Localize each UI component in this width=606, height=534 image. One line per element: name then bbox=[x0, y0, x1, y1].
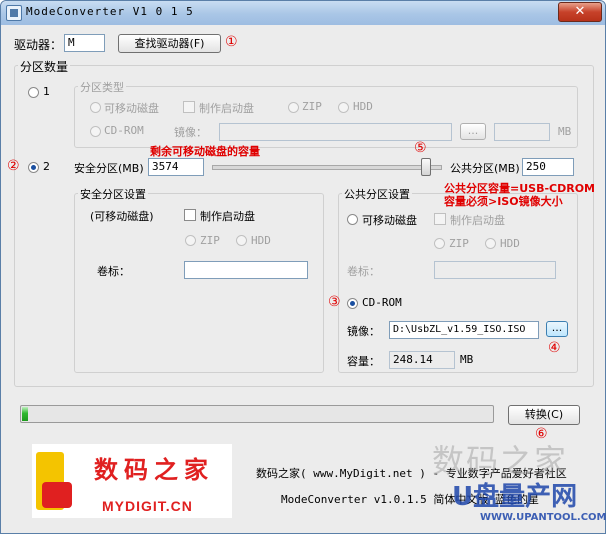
watermark-text-2: U盘量产网 bbox=[452, 482, 578, 512]
logo-url: MYDIGIT.CN bbox=[102, 498, 193, 514]
partition-count-1-radio[interactable] bbox=[28, 87, 39, 98]
public-volume-label: 卷标： bbox=[347, 265, 380, 278]
safe-volume-input[interactable] bbox=[184, 261, 308, 279]
public-image-input[interactable]: D:\UsbZL_v1.59_ISO.ISO bbox=[389, 321, 539, 339]
public-volume-input[interactable] bbox=[434, 261, 556, 279]
type-boot-checkbox[interactable] bbox=[183, 101, 195, 113]
public-capacity-value: 248.14 bbox=[389, 351, 455, 369]
public-zip-radio[interactable] bbox=[434, 238, 445, 249]
safe-settings-title: 安全分区设置 bbox=[78, 186, 148, 202]
safe-partition-label: 安全分区(MB) bbox=[74, 162, 144, 175]
progress-fill bbox=[22, 407, 28, 421]
safe-hdd-radio[interactable] bbox=[236, 235, 247, 246]
marker-5: ⑤ bbox=[414, 140, 427, 156]
partition-type-title: 分区类型 bbox=[78, 79, 126, 95]
type-size-unit: MB bbox=[558, 125, 572, 138]
public-removable-radio[interactable] bbox=[347, 214, 358, 225]
public-boot-checkbox[interactable] bbox=[434, 213, 446, 225]
marker-4: ④ bbox=[548, 340, 561, 356]
progress-bar bbox=[20, 405, 494, 423]
close-button[interactable]: ✕ bbox=[558, 2, 602, 22]
type-removable-radio[interactable] bbox=[90, 102, 101, 113]
watermark-text-3: WWW.UPANTOOL.COM bbox=[480, 512, 606, 523]
public-cdrom-radio[interactable] bbox=[347, 298, 358, 309]
safe-boot-label: 制作启动盘 bbox=[200, 210, 255, 223]
partition-count-1-label: 1 bbox=[43, 85, 50, 98]
marker-2: ② bbox=[7, 158, 20, 174]
type-cdrom-label: CD-ROM bbox=[104, 124, 144, 137]
marker-3: ③ bbox=[328, 294, 341, 310]
type-boot-label: 制作启动盘 bbox=[199, 102, 254, 115]
public-capacity-label: 容量： bbox=[347, 355, 380, 368]
public-browse-button[interactable]: ... bbox=[546, 321, 568, 337]
partition-slider-track[interactable] bbox=[212, 165, 442, 170]
drive-input[interactable]: M bbox=[64, 34, 105, 52]
convert-button[interactable]: 转换(C) bbox=[508, 405, 580, 425]
logo-text: 数码之家 bbox=[94, 455, 214, 484]
public-capacity-unit: MB bbox=[460, 353, 474, 366]
public-partition-input[interactable]: 250 bbox=[522, 158, 574, 176]
safe-type-text: (可移动磁盘) bbox=[90, 210, 154, 223]
partition-slider-thumb[interactable] bbox=[421, 158, 432, 176]
safe-volume-label: 卷标： bbox=[97, 265, 130, 278]
partition-count-2-label: 2 bbox=[43, 160, 50, 173]
public-cdrom-label: CD-ROM bbox=[362, 296, 402, 309]
find-drive-button[interactable]: 查找驱动器(F) bbox=[118, 34, 221, 53]
mydigit-logo: 数码之家 MYDIGIT.CN bbox=[32, 444, 232, 518]
type-hdd-label: HDD bbox=[353, 100, 373, 113]
annotation-remaining-capacity: 剩余可移动磁盘的容量 bbox=[150, 145, 260, 158]
safe-partition-input[interactable]: 3574 bbox=[148, 158, 204, 176]
type-image-label: 镜像： bbox=[174, 126, 207, 139]
partition-count-title: 分区数量 bbox=[18, 58, 71, 75]
drive-label: 驱动器： bbox=[14, 38, 63, 52]
type-zip-label: ZIP bbox=[302, 100, 322, 113]
public-hdd-label: HDD bbox=[500, 237, 520, 250]
public-partition-label: 公共分区(MB) bbox=[450, 162, 520, 175]
annotation-public-capacity-2: 容量必须>ISO镜像大小 bbox=[444, 195, 563, 208]
type-image-input[interactable] bbox=[219, 123, 452, 141]
type-browse-button[interactable]: ... bbox=[460, 123, 486, 140]
logo-mark-icon bbox=[42, 482, 72, 508]
window-title: ModeConverter V1 0 1 5 bbox=[26, 5, 194, 18]
safe-zip-label: ZIP bbox=[200, 234, 220, 247]
public-hdd-radio[interactable] bbox=[485, 238, 496, 249]
public-image-label: 镜像： bbox=[347, 325, 380, 338]
type-zip-radio[interactable] bbox=[288, 102, 299, 113]
public-settings-title: 公共分区设置 bbox=[342, 186, 412, 202]
public-boot-label: 制作启动盘 bbox=[450, 214, 505, 227]
partition-count-2-radio[interactable] bbox=[28, 162, 39, 173]
safe-zip-radio[interactable] bbox=[185, 235, 196, 246]
type-removable-label: 可移动磁盘 bbox=[104, 102, 159, 115]
type-cdrom-radio[interactable] bbox=[90, 126, 101, 137]
marker-1: ① bbox=[225, 34, 238, 50]
safe-boot-checkbox[interactable] bbox=[184, 209, 196, 221]
public-zip-label: ZIP bbox=[449, 237, 469, 250]
type-size-input[interactable] bbox=[494, 123, 550, 141]
public-removable-label: 可移动磁盘 bbox=[362, 214, 417, 227]
app-icon bbox=[6, 5, 22, 21]
type-hdd-radio[interactable] bbox=[338, 102, 349, 113]
safe-hdd-label: HDD bbox=[251, 234, 271, 247]
